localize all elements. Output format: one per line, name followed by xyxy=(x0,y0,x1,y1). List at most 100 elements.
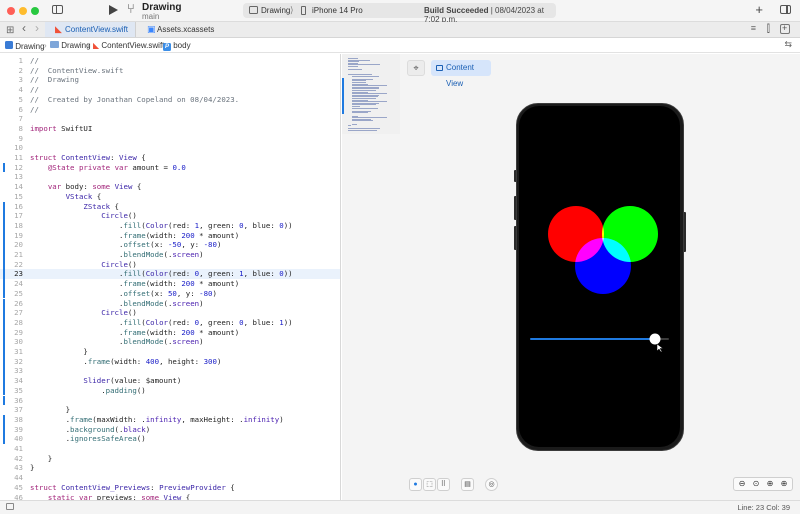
code-line[interactable]: 25 .offset(x: 50, y: -80) xyxy=(0,288,340,299)
device-settings-icon[interactable]: ▤ xyxy=(461,478,474,491)
code-line[interactable]: 42 } xyxy=(0,453,340,464)
navigator-toggle-icon[interactable] xyxy=(52,5,63,14)
code-line[interactable]: 13 xyxy=(0,172,340,182)
code-line[interactable]: 20 .offset(x: -50, y: -80) xyxy=(0,240,340,250)
device-selector[interactable]: iPhone 14 Pro xyxy=(312,6,363,15)
breadcrumb-item-folder[interactable]: Drawing xyxy=(50,41,91,50)
source-editor[interactable]: 1 // 2 // ContentView.swift 3 // Drawing 4 // 5 /… xyxy=(0,54,341,500)
code-line[interactable]: 33 xyxy=(0,366,340,377)
inspector-toggle-icon[interactable] xyxy=(780,5,791,14)
run-button[interactable] xyxy=(109,5,118,15)
code-line[interactable]: 34 Slider(value: $amount) xyxy=(0,376,340,386)
code-line[interactable]: 10 xyxy=(0,143,340,153)
code-line[interactable]: 19 .frame(width: 200 * amount) xyxy=(0,230,340,241)
debug-area-toggle-icon[interactable] xyxy=(6,503,14,510)
live-preview-play-icon[interactable]: ● xyxy=(409,478,422,491)
forward-chevron-icon[interactable]: › xyxy=(35,22,39,34)
code-line[interactable]: 21 .blendMode(.screen) xyxy=(0,250,340,260)
code-line[interactable]: 24 .frame(width: 200 * amount) xyxy=(0,279,340,289)
tab-assets-xcassets[interactable]: ▣ Assets.xcassets xyxy=(137,22,232,37)
line-number: 18 xyxy=(14,220,23,230)
library-plus-icon[interactable]: + xyxy=(755,3,763,16)
back-chevron-icon[interactable]: ‹ xyxy=(22,22,26,34)
code-text: Circle() xyxy=(101,259,137,269)
code-line[interactable]: 3 // Drawing xyxy=(0,75,340,85)
code-review-icon[interactable]: ⇆ xyxy=(784,39,792,50)
code-line[interactable]: 5 // Created by Jonathan Copeland on 08/0… xyxy=(0,95,340,105)
code-line[interactable]: 39 .background(.black) xyxy=(0,424,340,435)
minimap-line xyxy=(348,125,352,127)
scheme-selector[interactable]: Drawing xyxy=(261,6,290,15)
variants-grid-icon[interactable]: ⠿ xyxy=(437,478,450,491)
code-line[interactable]: 22 Circle() xyxy=(0,259,340,270)
mouse-pointer-icon xyxy=(656,343,664,353)
code-line[interactable]: 16 ZStack { xyxy=(0,201,340,212)
code-text: } xyxy=(30,453,53,463)
line-number: 36 xyxy=(14,395,23,405)
zoom-window-button[interactable] xyxy=(31,7,39,15)
code-line[interactable]: 1 // xyxy=(0,56,340,66)
code-line[interactable]: 43} xyxy=(0,463,340,473)
code-line[interactable]: 32 .frame(width: 400, height: 300) xyxy=(0,356,340,367)
selectable-mode-icon[interactable]: ⬚ xyxy=(423,478,436,491)
breadcrumb: Drawing › Drawing › ◣ ContentView.swift … xyxy=(0,39,800,53)
breadcrumb-separator: › xyxy=(44,41,47,50)
add-editor-icon[interactable] xyxy=(780,23,790,34)
zoom-actual-icon[interactable]: ⊙ xyxy=(749,478,763,490)
tab-contentview-swift[interactable]: ◣ ContentView.swift xyxy=(45,22,136,37)
code-line[interactable]: 28 .fill(Color(red: 0, green: 0, blue: 1… xyxy=(0,317,340,328)
code-line[interactable]: 23 .fill(Color(red: 0, green: 1, blue: 0… xyxy=(0,269,340,280)
code-line[interactable]: 6 // xyxy=(0,105,340,115)
breadcrumb-item-symbol[interactable]: P body xyxy=(163,41,191,51)
code-text: .frame(width: 200 * amount) xyxy=(30,327,240,337)
minimize-window-button[interactable] xyxy=(19,7,27,15)
code-line[interactable]: 15 VStack { xyxy=(0,192,340,202)
line-number: 27 xyxy=(14,308,23,318)
code-line[interactable]: 29 .frame(width: 200 * amount) xyxy=(0,327,340,338)
code-line[interactable]: 46 static var previews: some View { xyxy=(0,493,340,501)
code-line[interactable]: 8 import SwiftUI xyxy=(0,124,340,134)
code-line[interactable]: 35 .padding() xyxy=(0,385,340,396)
line-number: 26 xyxy=(14,298,23,308)
slider-thumb[interactable] xyxy=(649,333,661,345)
code-line[interactable]: 27 Circle() xyxy=(0,308,340,318)
code-line[interactable]: 9 xyxy=(0,134,340,144)
code-line[interactable]: 44 xyxy=(0,473,340,483)
code-line[interactable]: 38 .frame(maxWidth: .infinity, maxHeight… xyxy=(0,414,340,425)
code-text: } xyxy=(30,405,71,415)
code-line[interactable]: 7 xyxy=(0,114,340,124)
code-line[interactable]: 2 // ContentView.swift xyxy=(0,66,340,76)
split-editor-icon[interactable]: ⫿ xyxy=(767,24,770,35)
preview-selector[interactable]: Content View xyxy=(431,60,491,88)
device-selector-icon[interactable]: ◎ xyxy=(485,478,498,491)
code-text: .frame(width: 200 * amount) xyxy=(30,279,240,289)
tab-label: ContentView.swift xyxy=(65,25,128,34)
code-line[interactable]: 30 .blendMode(.screen) xyxy=(0,337,340,347)
related-items-grid-icon[interactable]: ⊞ xyxy=(6,25,14,36)
code-line[interactable]: 12 @State private var amount = 0.0 xyxy=(0,162,340,173)
minimap[interactable] xyxy=(342,54,400,134)
line-number: 41 xyxy=(14,444,23,453)
close-window-button[interactable] xyxy=(7,7,15,15)
code-line[interactable]: 4 // xyxy=(0,85,340,95)
title-bar: ⑂ Drawing main Drawing ⟩ iPhone 14 Pro B… xyxy=(0,0,800,24)
code-line[interactable]: 41 xyxy=(0,444,340,454)
more-lines-icon[interactable]: ≡ xyxy=(751,23,756,34)
code-line[interactable]: 17 Circle() xyxy=(0,211,340,221)
breadcrumb-item-project[interactable]: Drawing xyxy=(5,41,45,51)
zoom-in-icon[interactable]: ⊕ xyxy=(777,478,791,490)
code-line[interactable]: 14 var body: some View { xyxy=(0,182,340,192)
code-line[interactable]: 18 .fill(Color(red: 1, green: 0, blue: 0… xyxy=(0,220,340,231)
zoom-out-icon[interactable]: ⊖ xyxy=(735,478,749,490)
code-line[interactable]: 31 } xyxy=(0,347,340,357)
code-line[interactable]: 37 } xyxy=(0,405,340,415)
pin-preview-icon[interactable]: ⌖ xyxy=(407,60,425,76)
code-line[interactable]: 11 struct ContentView: View { xyxy=(0,153,340,163)
zoom-fit-icon[interactable]: ⊕ xyxy=(763,478,777,490)
code-line[interactable]: 26 .blendMode(.screen) xyxy=(0,298,340,309)
code-line[interactable]: 40 .ignoresSafeArea() xyxy=(0,434,340,444)
code-text: } xyxy=(30,463,35,473)
breadcrumb-item-file[interactable]: ◣ ContentView.swift xyxy=(93,41,164,50)
code-line[interactable]: 36 xyxy=(0,395,340,406)
code-line[interactable]: 45 struct ContentView_Previews: PreviewPr… xyxy=(0,483,340,493)
